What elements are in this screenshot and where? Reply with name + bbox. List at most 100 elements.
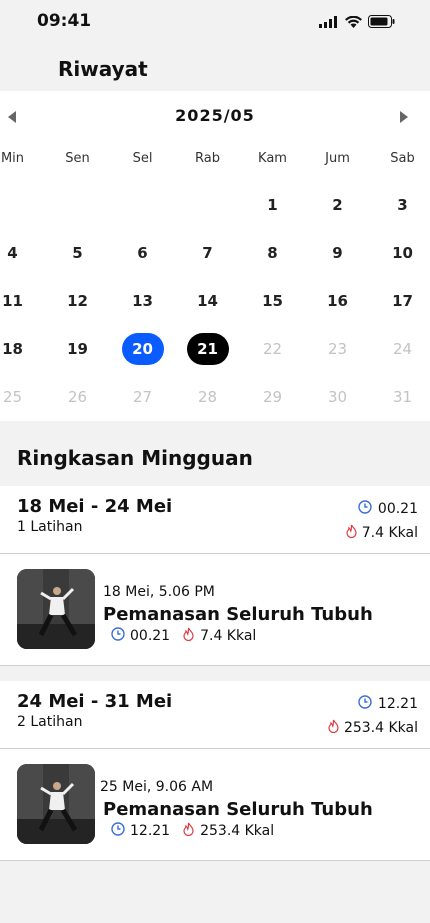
- summary-section: Ringkasan Mingguan: [0, 421, 430, 486]
- next-month-icon[interactable]: [400, 111, 408, 123]
- day-number: 1: [267, 196, 278, 214]
- week-duration: 00.21: [358, 500, 418, 518]
- session-date: 18 Mei, 5.06 PM: [103, 584, 215, 600]
- day-cell[interactable]: 1: [240, 189, 305, 237]
- day-cell[interactable]: 5: [45, 237, 110, 285]
- day-cell[interactable]: 7: [175, 237, 240, 285]
- fire-icon: [327, 719, 340, 737]
- day-number: 7: [202, 244, 213, 262]
- day-cell[interactable]: 19: [45, 333, 110, 381]
- day-cell[interactable]: 4: [0, 237, 45, 285]
- status-icons: [319, 13, 395, 32]
- day-number: 13: [132, 292, 153, 310]
- day-number: 2: [332, 196, 343, 214]
- week-calories-value: 7.4 Kkal: [361, 525, 418, 541]
- fire-icon: [345, 524, 358, 542]
- fire-icon: [182, 627, 195, 645]
- week-range: 18 Mei - 24 Mei: [17, 496, 173, 517]
- week-row: 18 19 20 21 22 23 24: [0, 333, 430, 381]
- day-cell[interactable]: 21: [175, 333, 240, 381]
- day-cell[interactable]: 6: [110, 237, 175, 285]
- session-date: 25 Mei, 9.06 AM: [100, 779, 214, 795]
- week-summary[interactable]: 24 Mei - 31 Mei 2 Latihan 12.21 253.4 Kk…: [0, 681, 430, 749]
- session-card[interactable]: 25 Mei, 9.06 AM Pemanasan Seluruh Tubuh …: [0, 749, 430, 861]
- day-number: 16: [327, 292, 348, 310]
- session-duration-value: 12.21: [130, 823, 171, 839]
- day-cell[interactable]: 10: [370, 237, 430, 285]
- day-number: 22: [262, 340, 283, 358]
- weekday-row: Min Sen Sel Rab Kam Jum Sab: [0, 151, 430, 191]
- day-number: 20: [121, 333, 164, 365]
- week-0: 18 Mei - 24 Mei 1 Latihan 00.21 7.4 Kkal…: [0, 486, 430, 666]
- session-calories-value: 253.4 Kkal: [200, 823, 275, 839]
- day-cell[interactable]: 2: [305, 189, 370, 237]
- page-title: Riwayat: [58, 57, 148, 81]
- wifi-icon: [345, 13, 362, 32]
- weekday-4: Kam: [258, 151, 287, 166]
- session-name: Pemanasan Seluruh Tubuh: [103, 604, 373, 625]
- session-name: Pemanasan Seluruh Tubuh: [103, 799, 373, 820]
- day-cell[interactable]: 12: [45, 285, 110, 333]
- week-summary[interactable]: 18 Mei - 24 Mei 1 Latihan 00.21 7.4 Kkal: [0, 486, 430, 554]
- day-cell[interactable]: 8: [240, 237, 305, 285]
- calendar: 2025/05 Min Sen Sel Rab Kam Jum Sab 1234567891…: [0, 91, 430, 421]
- clock-icon: [111, 822, 125, 840]
- session-meta: 12.21 253.4 Kkal: [111, 822, 274, 840]
- prev-month-icon[interactable]: [8, 111, 16, 123]
- day-cell[interactable]: 17: [370, 285, 430, 333]
- session-calories-value: 7.4 Kkal: [200, 628, 257, 644]
- weekday-6: Sab: [390, 151, 415, 166]
- day-cell[interactable]: 20: [110, 333, 175, 381]
- day-cell[interactable]: 14: [175, 285, 240, 333]
- session-duration-value: 00.21: [130, 628, 171, 644]
- day-number: 26: [67, 388, 88, 406]
- day-cell[interactable]: 9: [305, 237, 370, 285]
- week-calories: 7.4 Kkal: [345, 524, 418, 542]
- week-range: 24 Mei - 31 Mei: [17, 691, 173, 712]
- day-number: 24: [392, 340, 413, 358]
- status-bar: 09:41: [0, 0, 430, 44]
- day-number: 21: [186, 333, 229, 365]
- summary-title: Ringkasan Mingguan: [17, 446, 253, 470]
- clock-icon: [358, 695, 372, 713]
- day-number: 12: [67, 292, 88, 310]
- empty-day: [0, 189, 45, 237]
- week-count: 1 Latihan: [17, 519, 83, 535]
- session-duration: 00.21: [111, 627, 170, 645]
- clock-icon: [358, 500, 372, 518]
- day-number: 5: [72, 244, 83, 262]
- day-cell[interactable]: 18: [0, 333, 45, 381]
- session-card[interactable]: 18 Mei, 5.06 PM Pemanasan Seluruh Tubuh …: [0, 554, 430, 666]
- section-gap: [0, 666, 430, 681]
- day-cell[interactable]: 22: [240, 333, 305, 381]
- week-count: 2 Latihan: [17, 714, 83, 730]
- session-duration: 12.21: [111, 822, 170, 840]
- week-row: 1 2 3: [0, 189, 430, 237]
- day-number: 23: [327, 340, 348, 358]
- weekday-3: Rab: [195, 151, 220, 166]
- day-cell[interactable]: 13: [110, 285, 175, 333]
- day-cell[interactable]: 11: [0, 285, 45, 333]
- day-number: 10: [392, 244, 413, 262]
- day-number: 31: [392, 388, 413, 406]
- status-time: 09:41: [37, 11, 92, 31]
- empty-day: [175, 189, 240, 237]
- day-cell[interactable]: 23: [305, 333, 370, 381]
- week-row: 11 12 13 14 15 16 17: [0, 285, 430, 333]
- weekday-2: Sel: [132, 151, 153, 166]
- session-thumbnail: [17, 764, 95, 844]
- day-number: 3: [397, 196, 408, 214]
- day-number: 15: [262, 292, 283, 310]
- day-cell[interactable]: 24: [370, 333, 430, 381]
- weekday-0: Min: [0, 151, 25, 166]
- week-calories: 253.4 Kkal: [327, 719, 418, 737]
- day-number: 27: [132, 388, 153, 406]
- day-cell[interactable]: 3: [370, 189, 430, 237]
- weekday-1: Sen: [65, 151, 90, 166]
- day-rows: 1 2 3 4 5 6 7 8 9 10 11 12 13 14 15 16 17 18 19 20 21 22 23 24 2…: [0, 189, 430, 429]
- day-cell[interactable]: 16: [305, 285, 370, 333]
- day-cell[interactable]: 15: [240, 285, 305, 333]
- calendar-month: 2025/05: [175, 106, 255, 125]
- day-number: 25: [2, 388, 23, 406]
- day-number: 28: [197, 388, 218, 406]
